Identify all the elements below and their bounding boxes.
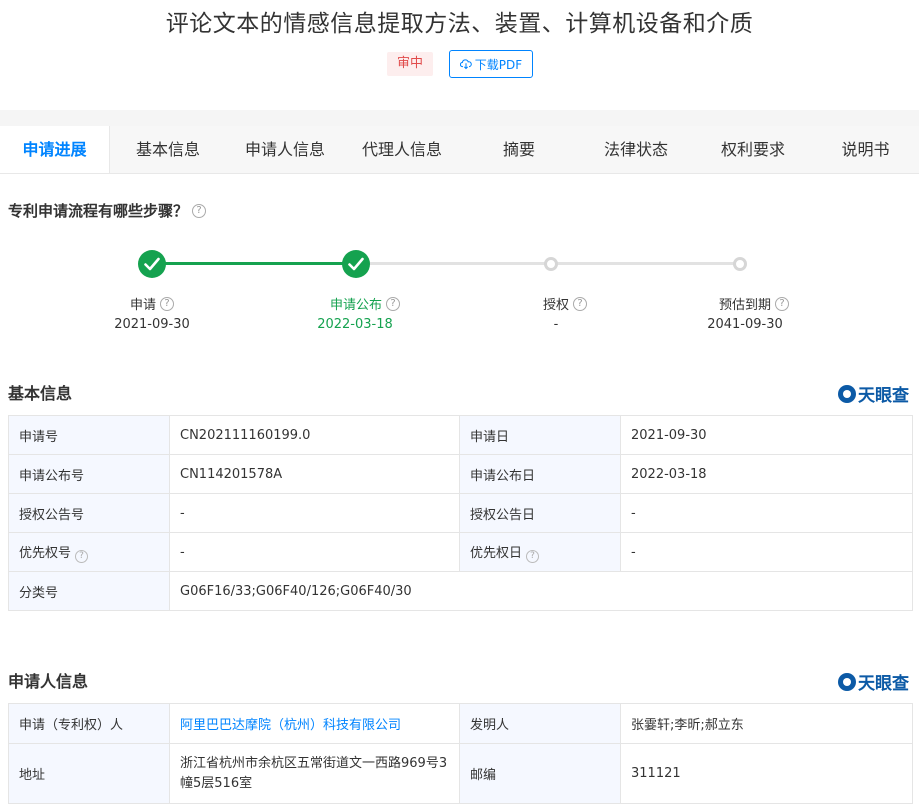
step-node-apply	[138, 250, 166, 278]
label-application-date: 申请日	[459, 415, 621, 455]
help-icon[interactable]: ?	[775, 296, 789, 311]
tab-application-progress[interactable]: 申请进展	[0, 126, 110, 173]
tianyancha-logo-icon	[838, 672, 856, 691]
basic-info-table: 申请号 CN202111160199.0 申请日 2021-09-30 申请公布…	[8, 415, 913, 611]
label-priority-number: 优先权号?	[8, 532, 170, 572]
priority-date-text: 优先权日	[470, 545, 523, 561]
tianyancha-logo-icon	[838, 384, 856, 403]
value-application-number: CN202111160199.0	[169, 415, 460, 455]
tianyancha-logo-text: 天眼查	[858, 674, 909, 694]
step-date-expiry: 2041-09-30	[707, 317, 783, 332]
tab-agent-info[interactable]: 代理人信息	[344, 126, 460, 173]
value-priority-number: -	[169, 532, 460, 572]
table-row: 申请号 CN202111160199.0 申请日 2021-09-30	[8, 415, 913, 455]
step-date-grant: -	[553, 317, 559, 332]
value-classification: G06F16/33;G06F40/126;G06F40/30	[169, 571, 913, 611]
value-applicant-cell: 阿里巴巴达摩院（杭州）科技有限公司	[169, 703, 460, 744]
help-icon[interactable]: ?	[160, 296, 174, 311]
download-pdf-button[interactable]: 下载PDF	[449, 50, 533, 78]
section-divider	[0, 110, 919, 126]
step-label-expiry: 预估到期 ?	[689, 294, 819, 313]
tab-legal-status[interactable]: 法律状态	[578, 126, 694, 173]
table-row: 授权公告号 - 授权公告日 -	[8, 493, 913, 533]
value-grant-date: -	[620, 493, 913, 533]
table-row: 优先权号? - 优先权日? -	[8, 532, 913, 572]
tianyancha-logo: 天眼查	[838, 381, 909, 406]
step-grant-text: 授权	[542, 298, 569, 313]
step-node-grant	[544, 257, 558, 271]
value-priority-date: -	[620, 532, 913, 572]
table-row: 分类号 G06F16/33;G06F40/126;G06F40/30	[8, 571, 913, 611]
value-grant-number: -	[169, 493, 460, 533]
table-row: 申请（专利权）人 阿里巴巴达摩院（杭州）科技有限公司 发明人 张霎轩;李昕;郝立…	[8, 703, 913, 744]
step-date-publish: 2022-03-18	[317, 317, 393, 332]
basic-info-title: 基本信息	[8, 384, 73, 403]
applicant-info-table: 申请（专利权）人 阿里巴巴达摩院（杭州）科技有限公司 发明人 张霎轩;李昕;郝立…	[8, 703, 913, 804]
label-classification: 分类号	[8, 571, 170, 611]
tianyancha-logo: 天眼查	[838, 669, 909, 694]
label-grant-number: 授权公告号	[8, 493, 170, 533]
value-zip: 311121	[620, 743, 913, 804]
step-apply-text: 申请	[129, 298, 156, 313]
priority-number-text: 优先权号	[19, 545, 72, 561]
tianyancha-logo-text: 天眼查	[858, 386, 909, 406]
progress-track-done	[152, 262, 356, 265]
value-publication-date: 2022-03-18	[620, 454, 913, 494]
page-title: 评论文本的情感信息提取方法、装置、计算机设备和介质	[165, 11, 754, 37]
applicant-info-title: 申请人信息	[8, 672, 89, 691]
download-pdf-label: 下载PDF	[474, 57, 523, 72]
label-applicant: 申请（专利权）人	[8, 703, 170, 744]
value-application-date: 2021-09-30	[620, 415, 913, 455]
help-icon[interactable]: ?	[192, 203, 207, 218]
process-question-text: 专利申请流程有哪些步骤？	[8, 202, 189, 220]
status-badge: 审中	[387, 52, 433, 76]
label-priority-date: 优先权日?	[459, 532, 621, 572]
step-label-publish: 申请公布 ?	[300, 294, 430, 313]
step-label-apply: 申请 ?	[87, 294, 217, 313]
step-node-expiry	[733, 257, 747, 271]
check-icon	[144, 257, 160, 271]
tab-claims[interactable]: 权利要求	[694, 126, 812, 173]
help-icon[interactable]: ?	[386, 296, 400, 311]
label-inventor: 发明人	[459, 703, 621, 744]
cloud-download-icon	[459, 59, 472, 70]
table-row: 地址 浙江省杭州市余杭区五常街道文一西路969号3幢5层516室 邮编 3111…	[8, 743, 913, 804]
table-row: 申请公布号 CN114201578A 申请公布日 2022-03-18	[8, 454, 913, 494]
value-address: 浙江省杭州市余杭区五常街道文一西路969号3幢5层516室	[169, 743, 460, 804]
label-publication-date: 申请公布日	[459, 454, 621, 494]
label-publication-number: 申请公布号	[8, 454, 170, 494]
step-date-apply: 2021-09-30	[114, 317, 190, 332]
tab-bar: 申请进展 基本信息 申请人信息 代理人信息 摘要 法律状态 权利要求 说明书	[0, 126, 919, 174]
applicant-link[interactable]: 阿里巴巴达摩院（杭州）科技有限公司	[180, 718, 401, 733]
label-application-number: 申请号	[8, 415, 170, 455]
step-publish-text: 申请公布	[329, 298, 382, 313]
process-question-heading: 专利申请流程有哪些步骤？ ?	[8, 200, 207, 221]
tab-description[interactable]: 说明书	[812, 126, 919, 173]
step-expiry-text: 预估到期	[718, 298, 771, 313]
help-icon[interactable]: ?	[75, 549, 89, 563]
label-grant-date: 授权公告日	[459, 493, 621, 533]
help-icon[interactable]: ?	[573, 296, 587, 311]
value-publication-number: CN114201578A	[169, 454, 460, 494]
tab-applicant-info[interactable]: 申请人信息	[226, 126, 344, 173]
step-node-publish	[342, 250, 370, 278]
help-icon[interactable]: ?	[526, 549, 540, 563]
tab-abstract[interactable]: 摘要	[460, 126, 578, 173]
tab-basic-info[interactable]: 基本信息	[110, 126, 226, 173]
label-zip: 邮编	[459, 743, 621, 804]
step-label-grant: 授权 ?	[500, 294, 630, 313]
label-address: 地址	[8, 743, 170, 804]
check-icon	[348, 257, 364, 271]
value-inventor: 张霎轩;李昕;郝立东	[620, 703, 913, 744]
